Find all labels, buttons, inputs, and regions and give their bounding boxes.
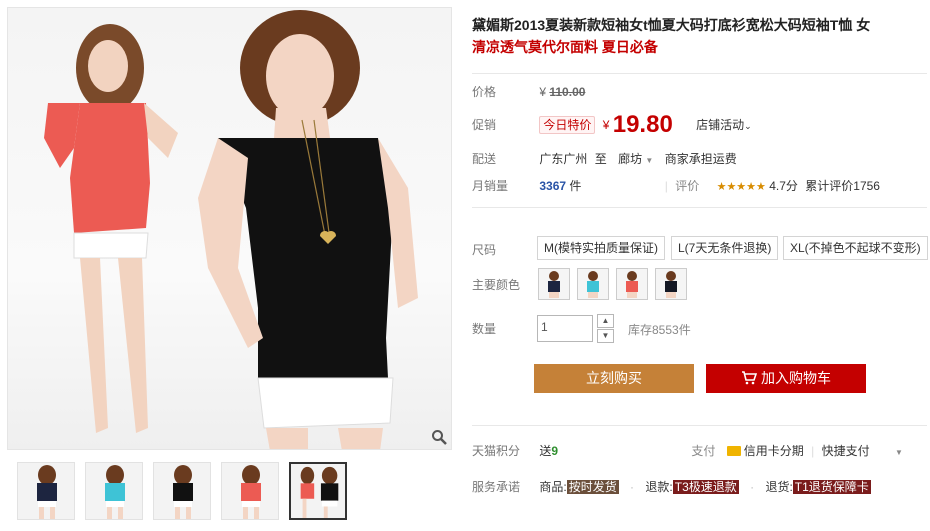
delivery-label: 配送 [472,152,497,166]
total-reviews-link[interactable]: 累计评价1756 [805,179,880,193]
promo-row: 促销 今日特价 ¥ 19.80 店铺活动⌄ [472,111,752,140]
store-activity-link[interactable]: 店铺活动⌄ [696,118,752,132]
sales-label: 月销量 [472,179,509,193]
size-option-l[interactable]: L(7天无条件退换) [671,236,779,260]
thumbnail-strip [7,458,452,524]
points-label: 天猫积分 [472,444,521,458]
shopping-cart-icon [741,366,758,395]
delivery-row: 配送 广东广州 至 廊坊 ▼ 商家承担运费 [472,151,737,169]
delivery-to-word: 至 [594,152,607,166]
delivery-destination-select[interactable]: 廊坊 ▼ [618,152,653,166]
points-amount: 9 [551,444,559,458]
buy-now-button[interactable]: 立刻购买 [534,364,694,393]
credit-installment-option[interactable]: 信用卡分期 [726,444,804,458]
thumbnail-coral-shirt[interactable] [221,462,279,520]
caret-down-icon[interactable]: ▼ [895,448,903,457]
color-label-row: 主要颜色 [472,276,536,293]
thumbnail-two-models[interactable] [289,462,347,520]
quantity-increase-button[interactable]: ▲ [597,314,614,328]
caret-down-icon: ▼ [645,156,654,165]
chevron-down-icon: ⌄ [744,121,752,131]
product-title-block: 黛媚斯2013夏装新款短袖女t恤夏大码打底衫宽松大码短袖T恤 女 清凉透气莫代尔… [472,14,922,58]
color-swatch-navy[interactable] [538,268,570,300]
divider [472,73,927,74]
credit-card-icon [726,446,741,456]
sales-unit: 件 [569,179,582,193]
size-option-m[interactable]: M(模特实拍质量保证) [537,236,665,260]
points-send: 送 [539,444,552,458]
size-option-xl[interactable]: XL(不掉色不起球不变形) [783,236,928,260]
fast-refund-badge[interactable]: T3极速退款 [672,480,739,494]
sales-count: 3367 [539,179,567,193]
sales-row: 月销量 3367 件 | 评价 ★★★★★ 4.7分 累计评价1756 [472,179,880,193]
on-time-delivery-badge[interactable]: 按时发货 [566,480,619,494]
promo-tag: 今日特价 [539,116,596,134]
return-guarantee-badge[interactable]: T1退货保障卡 [792,480,871,494]
quantity-decrease-button[interactable]: ▼ [597,329,614,343]
thumbnail-cyan-shirt[interactable] [85,462,143,520]
price-row: 价格 ¥ 110.00 [472,84,585,100]
color-swatch-coral[interactable] [616,268,648,300]
promo-price: 19.80 [612,111,673,138]
price-label: 价格 [472,85,497,99]
service-label: 服务承诺 [472,480,521,494]
thumbnail-black-shirt[interactable] [153,462,211,520]
size-label: 尺码 [472,243,497,257]
color-swatch-black[interactable] [655,268,687,300]
quantity-label-row: 数量 [472,320,536,337]
quick-pay-option[interactable]: 快捷支付 [822,444,870,458]
rating-label: 评价 [675,179,700,193]
service-refund-label: 退款: [645,480,673,494]
model-coral-shirt-image [44,10,418,449]
rating-value: 4.7分 [769,179,798,193]
color-swatch-cyan[interactable] [577,268,609,300]
original-price: 110.00 [549,85,586,99]
points-row: 天猫积分 送9 支付 信用卡分期 | 快捷支付 ▼ [472,444,903,458]
star-rating-icon: ★★★★★ [716,181,766,193]
main-product-photo[interactable] [7,7,452,450]
quantity-input[interactable]: 1 [537,315,593,342]
add-to-cart-button[interactable]: 加入购物车 [706,364,866,393]
service-row: 服务承诺 商品: 按时发货 · 退款: T3极速退款 · 退货: T1退货保障卡 [472,480,871,494]
caret-up-icon: ▲ [601,316,610,325]
delivery-from: 广东广州 [539,152,588,166]
color-label: 主要颜色 [472,278,521,292]
divider [472,207,927,208]
promo-currency: ¥ [602,118,610,132]
caret-down-icon: ▼ [601,331,610,340]
magnifier-icon[interactable] [431,429,447,445]
product-title: 黛媚斯2013夏装新款短袖女t恤夏大码打底衫宽松大码短袖T恤 女 [472,17,871,33]
currency-symbol: ¥ [539,85,547,99]
divider [472,425,927,426]
product-subtitle: 清凉透气莫代尔面料 夏日必备 [472,39,658,55]
thumbnail-navy-shirt[interactable] [17,462,75,520]
promo-label: 促销 [472,118,497,132]
service-goods-label: 商品: [539,480,567,494]
stock-text: 库存8553件 [628,323,691,337]
pay-label: 支付 [691,444,716,458]
service-return-label: 退货: [765,480,793,494]
size-label-row: 尺码 [472,241,536,258]
quantity-label: 数量 [472,322,497,336]
shipping-note: 商家承担运费 [664,152,737,166]
